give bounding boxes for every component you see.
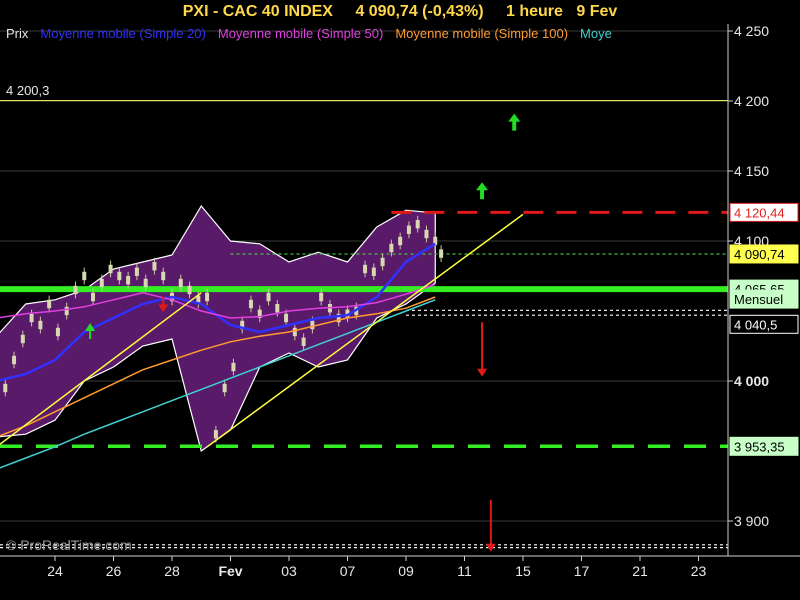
x-tick-label: 09: [398, 563, 414, 579]
price-body: [117, 271, 122, 281]
price-body: [439, 249, 444, 258]
price-body: [222, 383, 227, 393]
price-chart[interactable]: 4 2504 2004 1504 1004 0003 90024 26 28 Fev 0…: [0, 0, 800, 600]
price-body: [38, 320, 43, 330]
chart-window: 4 250 4 200 4 150 4 100 4 000 3 900 24 26 28 Fev 0…: [0, 0, 800, 600]
price-body: [231, 362, 236, 372]
x-tick-label: 23: [691, 563, 707, 579]
bollinger-band: [0, 204, 436, 452]
price-body: [161, 271, 166, 281]
price-body: [47, 299, 52, 309]
price-body: [55, 327, 60, 337]
price-body: [380, 257, 385, 267]
x-tick-label: 17: [574, 563, 590, 579]
price-body: [319, 292, 324, 302]
price-body: [126, 276, 131, 285]
y-tick-label: 4 200: [734, 93, 769, 109]
y-tick-label: 4 150: [734, 163, 769, 179]
price-body: [284, 313, 289, 323]
price-body: [406, 225, 411, 234]
x-tick-label: 28: [164, 563, 180, 579]
legend-item: Prix: [6, 26, 29, 41]
price-body: [213, 430, 218, 439]
price-body: [415, 220, 420, 229]
price-body: [82, 271, 87, 281]
symbol-title: PXI - CAC 40 INDEX: [182, 3, 333, 20]
price-body: [205, 292, 210, 302]
y-tick-label: 4 250: [734, 23, 769, 39]
price-body: [143, 278, 148, 288]
price-body: [64, 306, 69, 316]
interval-label: 1 heure: [505, 3, 563, 20]
price-body: [187, 285, 192, 295]
price-body: [178, 278, 183, 288]
x-tick-label: 03: [281, 563, 297, 579]
price-body: [266, 292, 271, 302]
date-label: 9 Fev: [576, 3, 618, 20]
price-body: [12, 355, 17, 365]
price-body: [73, 285, 78, 295]
price-body: [389, 243, 394, 253]
price-body: [301, 337, 306, 346]
y-tick-label: 3 900: [734, 513, 769, 529]
price-body: [248, 299, 253, 309]
legend-item: Moyenne mobile (Simple 20): [40, 26, 205, 41]
x-tick-label: Fev: [218, 563, 242, 579]
legend: Prix Moyenne mobile (Simple 20) Moyenne mo…: [6, 26, 612, 41]
arrow-down-icon: [477, 368, 488, 377]
x-tick-label: 11: [457, 563, 472, 579]
price-body: [99, 278, 104, 288]
price-body: [398, 236, 403, 246]
x-tick-label: 07: [340, 563, 356, 579]
price-body: [3, 383, 8, 393]
x-tick-label: 21: [632, 563, 648, 579]
arrow-up-icon: [480, 189, 485, 200]
price-tag-label: 4 120,44: [734, 205, 785, 220]
last-price: 4 090,74 (-0,43%): [355, 3, 484, 20]
price-body: [91, 292, 96, 302]
arrow-up-icon: [508, 113, 521, 122]
price-tag-label: Mensuel: [734, 292, 783, 307]
price-body: [29, 313, 34, 323]
x-tick-label: 26: [106, 563, 122, 579]
price-body: [20, 334, 25, 344]
price-body: [424, 229, 429, 239]
arrow-up-icon: [512, 120, 517, 131]
legend-item: Moyenne mobile (Simple 100): [395, 26, 568, 41]
chart-header: PXI - CAC 40 INDEX 4 090,74 (-0,43%) 1 h…: [0, 0, 800, 24]
price-tag-label: 3 953,35: [734, 439, 785, 454]
price-body: [310, 320, 315, 330]
price-body: [363, 264, 368, 274]
y-tick-label: 4 000: [734, 373, 769, 389]
level-label-4200: 4 200,3: [6, 83, 49, 98]
price-body: [292, 327, 297, 337]
price-body: [371, 267, 376, 276]
arrow-up-icon: [476, 182, 489, 191]
legend-item: Moyenne mobile (Simple 50): [218, 26, 383, 41]
watermark: © ProRealTime.com: [6, 537, 132, 553]
price-body: [275, 304, 280, 313]
price-body: [108, 264, 113, 274]
price-body: [134, 267, 139, 276]
bollinger-fill: [0, 204, 436, 452]
price-tag-label: 4 040,5: [734, 317, 777, 332]
price-tag-label: 4 090,74: [734, 247, 785, 262]
x-tick-label: 24: [47, 563, 63, 579]
legend-item: Moye: [580, 26, 612, 41]
price-body: [152, 262, 157, 271]
x-tick-label: 15: [515, 563, 531, 579]
